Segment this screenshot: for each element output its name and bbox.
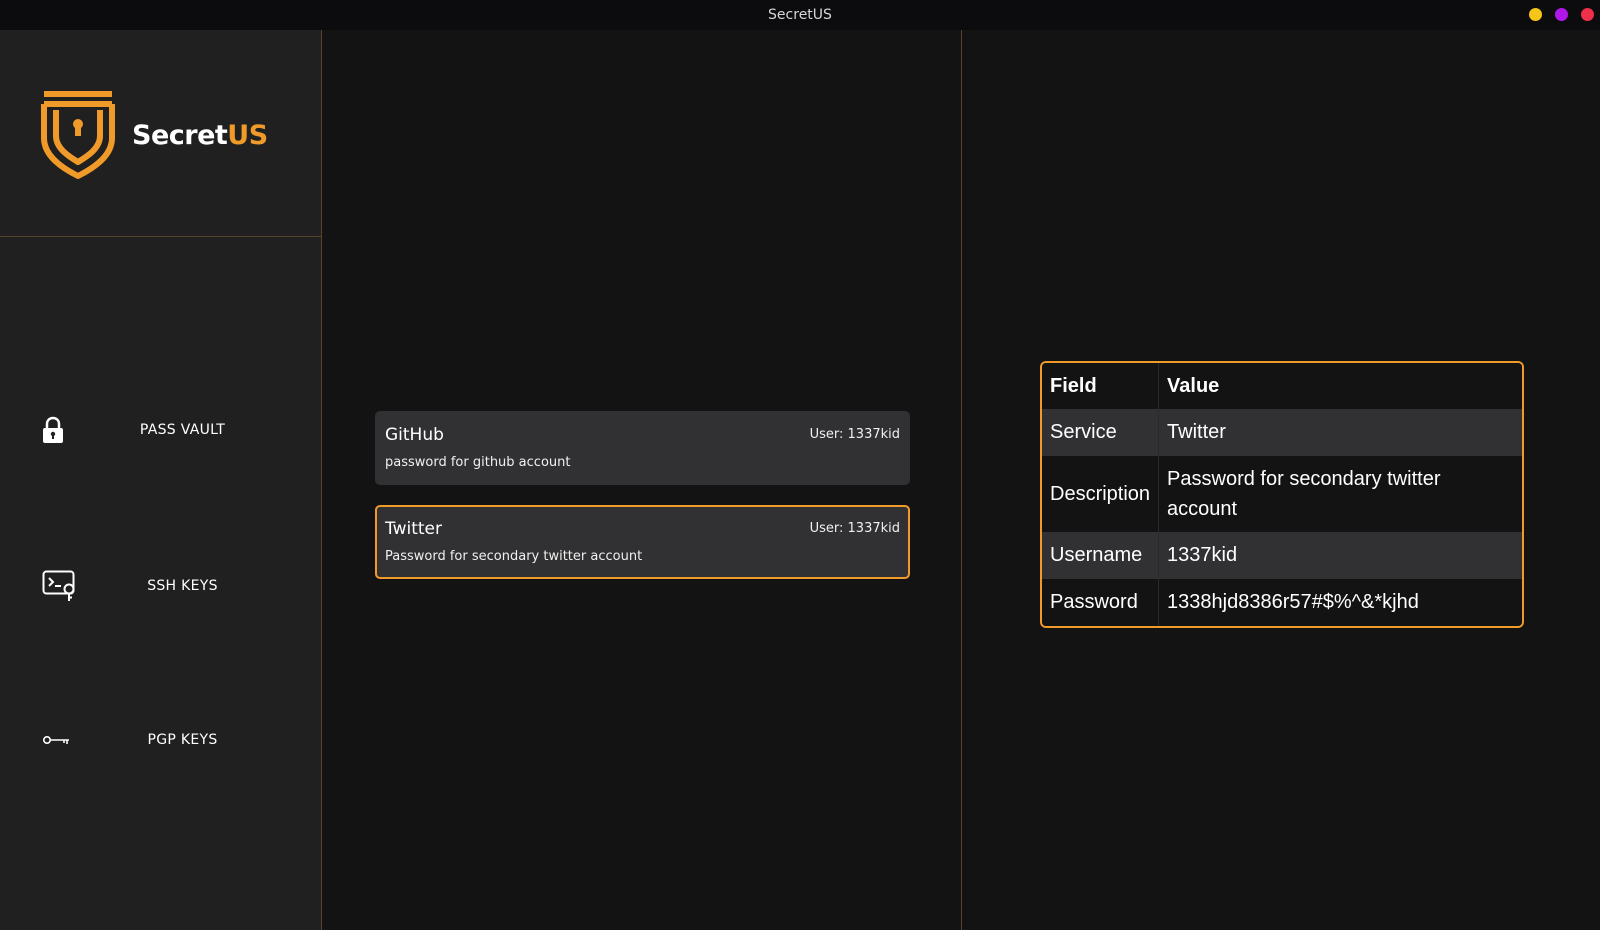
entry-title: GitHub [385,425,444,445]
window-controls [1529,8,1594,21]
detail-row-password: Password 1338hjd8386r57#$%^&*kjhd [1042,579,1522,626]
sidebar-item-ssh-keys[interactable]: SSH KEYS [0,556,322,616]
sidebar: SecretUS PASS VAULT SSH KEYS PGP KEYS [0,30,322,930]
sidebar-item-label: SSH KEYS [147,578,218,594]
window-title: SecretUS [768,7,832,23]
entry-title: Twitter [385,519,442,539]
password-list-pane: GitHub User: 1337kid password for github… [322,30,962,930]
sidebar-item-label: PASS VAULT [139,422,226,438]
detail-row-description: Description Password for secondary twitt… [1042,456,1522,532]
maximize-button[interactable] [1555,8,1568,21]
brand-name: SecretUS [132,120,268,151]
sidebar-item-pgp-keys[interactable]: PGP KEYS [0,710,322,770]
entry-description: Password for secondary twitter account [385,549,643,564]
brand-name-part-2: US [227,119,268,151]
sidebar-item-label: PGP KEYS [147,732,218,748]
detail-field: Service [1042,409,1160,456]
value-column-header: Value [1159,363,1522,409]
detail-pane: Field Value Service Twitter Description … [963,30,1600,930]
detail-header-row: Field Value [1042,363,1522,409]
detail-field: Description [1042,456,1160,532]
detail-value[interactable]: 1338hjd8386r57#$%^&*kjhd [1159,579,1522,626]
sidebar-item-pass-vault[interactable]: PASS VAULT [0,400,322,460]
entry-card-github[interactable]: GitHub User: 1337kid password for github… [375,411,910,485]
detail-value[interactable]: Twitter [1159,409,1522,456]
shield-lock-logo-icon [41,91,115,179]
minimize-button[interactable] [1529,8,1542,21]
entry-user: User: 1337kid [809,521,900,536]
logo-area: SecretUS [0,30,321,237]
brand-name-part-1: Secret [132,119,228,151]
title-bar: SecretUS [0,0,1600,30]
detail-value[interactable]: 1337kid [1159,532,1522,579]
detail-field: Username [1042,532,1160,579]
field-column-header: Field [1042,363,1160,409]
detail-row-username: Username 1337kid [1042,532,1522,579]
detail-row-service: Service Twitter [1042,409,1522,456]
detail-table: Field Value Service Twitter Description … [1040,361,1524,628]
close-button[interactable] [1581,8,1594,21]
entry-description: password for github account [385,455,571,470]
entry-user: User: 1337kid [809,427,900,442]
detail-field: Password [1042,579,1160,626]
entry-card-twitter[interactable]: Twitter User: 1337kid Password for secon… [375,505,910,579]
detail-value[interactable]: Password for secondary twitter account [1159,456,1522,532]
